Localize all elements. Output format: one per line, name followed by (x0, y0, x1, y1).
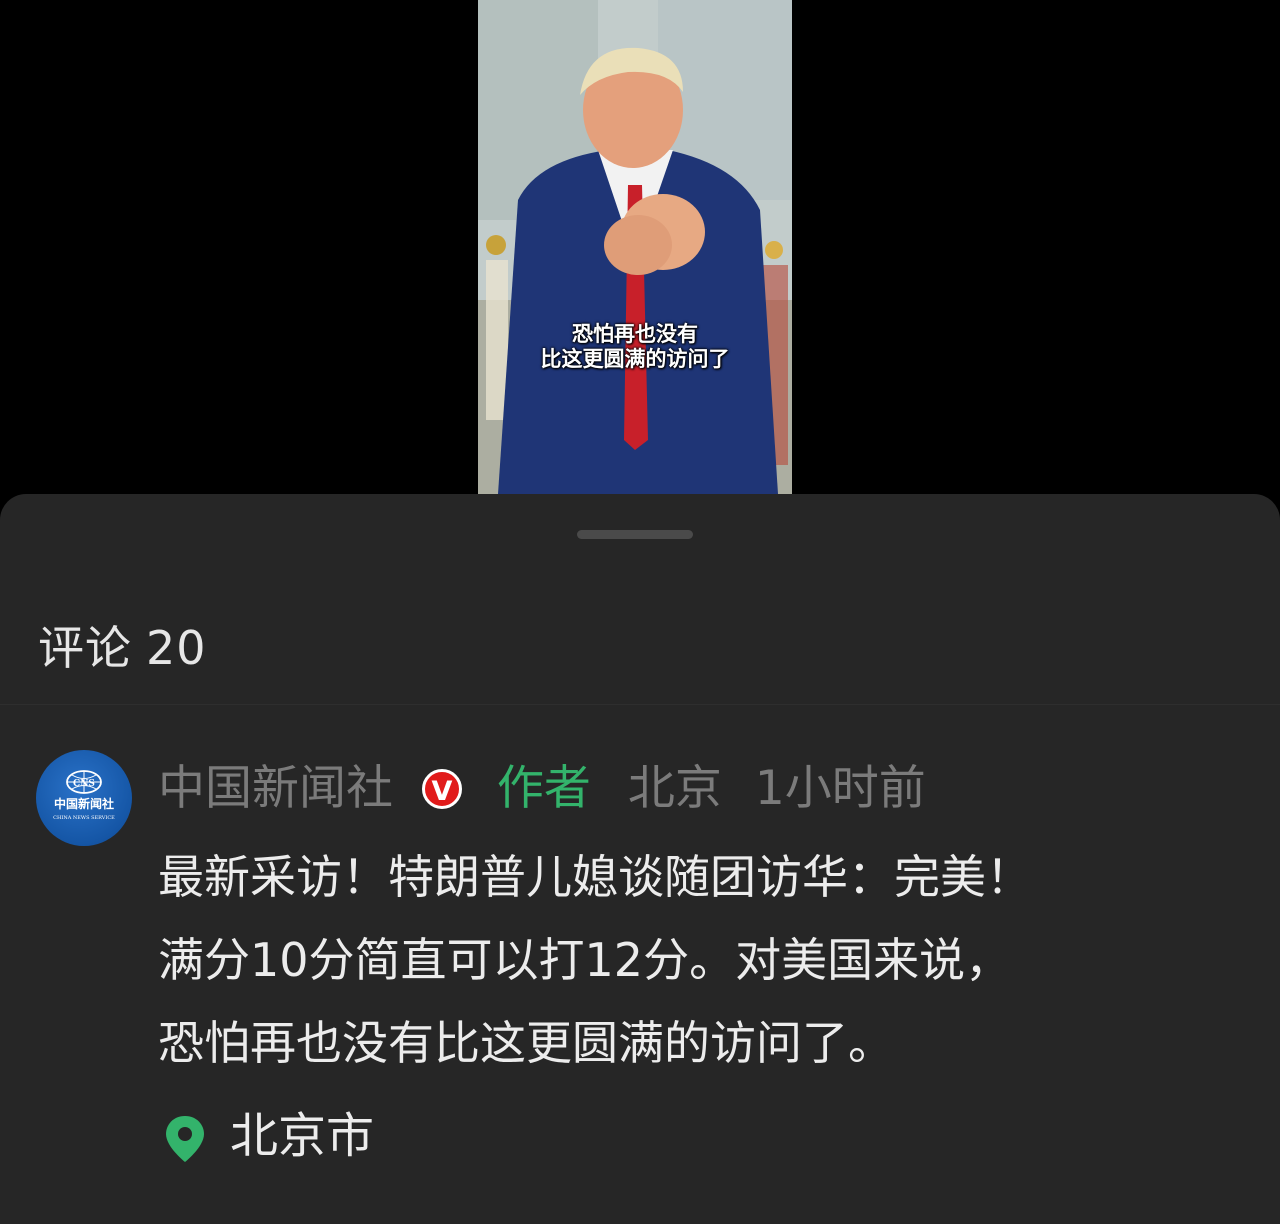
comment-text[interactable]: 最新采访！特朗普儿媳谈随团访华：完美！ 满分10分简直可以打12分。对美国来说，… (158, 836, 1228, 1085)
comment-location: 北京 (627, 760, 722, 816)
comment-text-line: 满分10分简直可以打12分。对美国来说， (158, 933, 1012, 987)
comments-header: 评论 20 (38, 612, 207, 678)
avatar-logo-text: CNS (73, 779, 95, 789)
comment-text-line: 最新采访！特朗普儿媳谈随团访华：完美！ (158, 850, 1032, 904)
author-tag: 作者 (496, 760, 591, 816)
comments-sheet: 评论 20 CNS 中国新闻社 CHINA NEWS SERVICE 中国新闻社 … (0, 494, 1280, 1224)
drag-handle[interactable] (577, 530, 693, 539)
video-caption-line-2: 比这更圆满的访问了 (540, 347, 730, 371)
avatar-cn-name: 中国新闻社 (54, 796, 114, 811)
comment-meta: 中国新闻社 V 作者 北京 1小时前 (158, 756, 926, 816)
location-pin-icon (166, 1116, 204, 1162)
divider (0, 704, 1280, 705)
cns-logo-icon: CNS 中国新闻社 CHINA NEWS SERVICE (53, 770, 115, 821)
comments-count: 20 (146, 621, 207, 675)
video-still-image (478, 0, 792, 494)
author-name[interactable]: 中国新闻社 (158, 759, 393, 819)
avatar-en-name: CHINA NEWS SERVICE (53, 815, 115, 821)
comment-time: 1小时前 (754, 760, 926, 816)
video-player[interactable]: 恐怕再也没有 比这更圆满的访问了 (0, 0, 1280, 494)
video-frame[interactable]: 恐怕再也没有 比这更圆满的访问了 (478, 0, 792, 494)
comments-title: 评论 (38, 621, 132, 675)
comment-text-line: 恐怕再也没有比这更圆满的访问了。 (158, 1016, 894, 1070)
verified-badge-icon: V (421, 768, 462, 809)
avatar[interactable]: CNS 中国新闻社 CHINA NEWS SERVICE (36, 750, 132, 846)
video-caption-line-1: 恐怕再也没有 (572, 322, 698, 346)
location-label: 北京市 (230, 1108, 375, 1164)
